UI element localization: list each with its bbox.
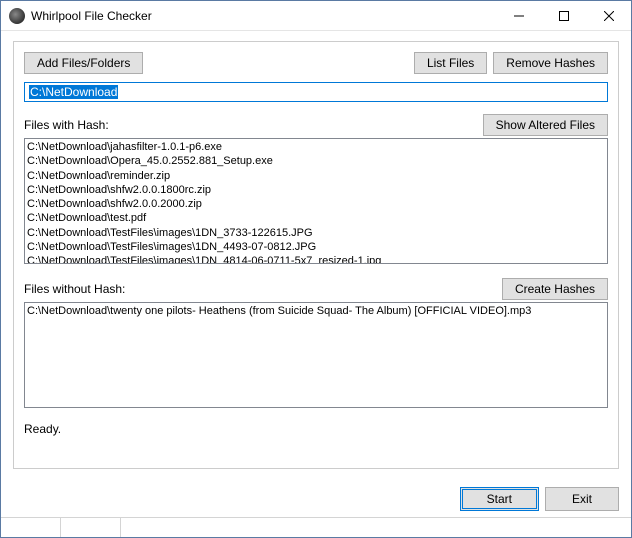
create-hashes-button[interactable]: Create Hashes — [502, 278, 608, 300]
remove-hashes-button[interactable]: Remove Hashes — [493, 52, 608, 74]
hash-section-header: Files with Hash: Show Altered Files — [24, 114, 608, 136]
content-area: Add Files/Folders List Files Remove Hash… — [1, 31, 631, 479]
titlebar: Whirlpool File Checker — [1, 1, 631, 31]
list-item[interactable]: C:\NetDownload\reminder.zip — [27, 169, 605, 183]
hash-section-label: Files with Hash: — [24, 118, 109, 132]
app-window: Whirlpool File Checker Add Files/Folders… — [0, 0, 632, 538]
path-input[interactable]: C:\NetDownload — [24, 82, 608, 102]
close-button[interactable] — [586, 1, 631, 30]
window-controls — [496, 1, 631, 30]
statusbar-cell — [61, 518, 121, 537]
app-icon — [9, 8, 25, 24]
nohash-section-header: Files without Hash: Create Hashes — [24, 278, 608, 300]
bottom-toolbar: Start Exit — [1, 479, 631, 517]
list-item[interactable]: C:\NetDownload\shfw2.0.0.2000.zip — [27, 197, 605, 211]
exit-button[interactable]: Exit — [545, 487, 619, 511]
statusbar — [1, 517, 631, 537]
files-with-hash-list[interactable]: C:\NetDownload\jahasfilter-1.0.1-p6.exeC… — [24, 138, 608, 264]
main-panel: Add Files/Folders List Files Remove Hash… — [13, 41, 619, 469]
status-text: Ready. — [24, 418, 608, 440]
top-toolbar: Add Files/Folders List Files Remove Hash… — [24, 52, 608, 74]
list-files-button[interactable]: List Files — [414, 52, 487, 74]
maximize-button[interactable] — [541, 1, 586, 30]
start-button[interactable]: Start — [460, 487, 539, 511]
list-item[interactable]: C:\NetDownload\jahasfilter-1.0.1-p6.exe — [27, 140, 605, 154]
list-item[interactable]: C:\NetDownload\TestFiles\images\1DN_4814… — [27, 254, 605, 264]
window-title: Whirlpool File Checker — [31, 9, 152, 23]
files-without-hash-list[interactable]: C:\NetDownload\twenty one pilots- Heathe… — [24, 302, 608, 408]
show-altered-button[interactable]: Show Altered Files — [483, 114, 608, 136]
list-item[interactable]: C:\NetDownload\TestFiles\images\1DN_4493… — [27, 240, 605, 254]
add-files-button[interactable]: Add Files/Folders — [24, 52, 143, 74]
list-item[interactable]: C:\NetDownload\test.pdf — [27, 211, 605, 225]
statusbar-cell — [1, 518, 61, 537]
nohash-section-label: Files without Hash: — [24, 282, 125, 296]
list-item[interactable]: C:\NetDownload\twenty one pilots- Heathe… — [27, 304, 605, 318]
list-item[interactable]: C:\NetDownload\Opera_45.0.2552.881_Setup… — [27, 154, 605, 168]
list-item[interactable]: C:\NetDownload\shfw2.0.0.1800rc.zip — [27, 183, 605, 197]
list-item[interactable]: C:\NetDownload\TestFiles\images\1DN_3733… — [27, 226, 605, 240]
minimize-button[interactable] — [496, 1, 541, 30]
